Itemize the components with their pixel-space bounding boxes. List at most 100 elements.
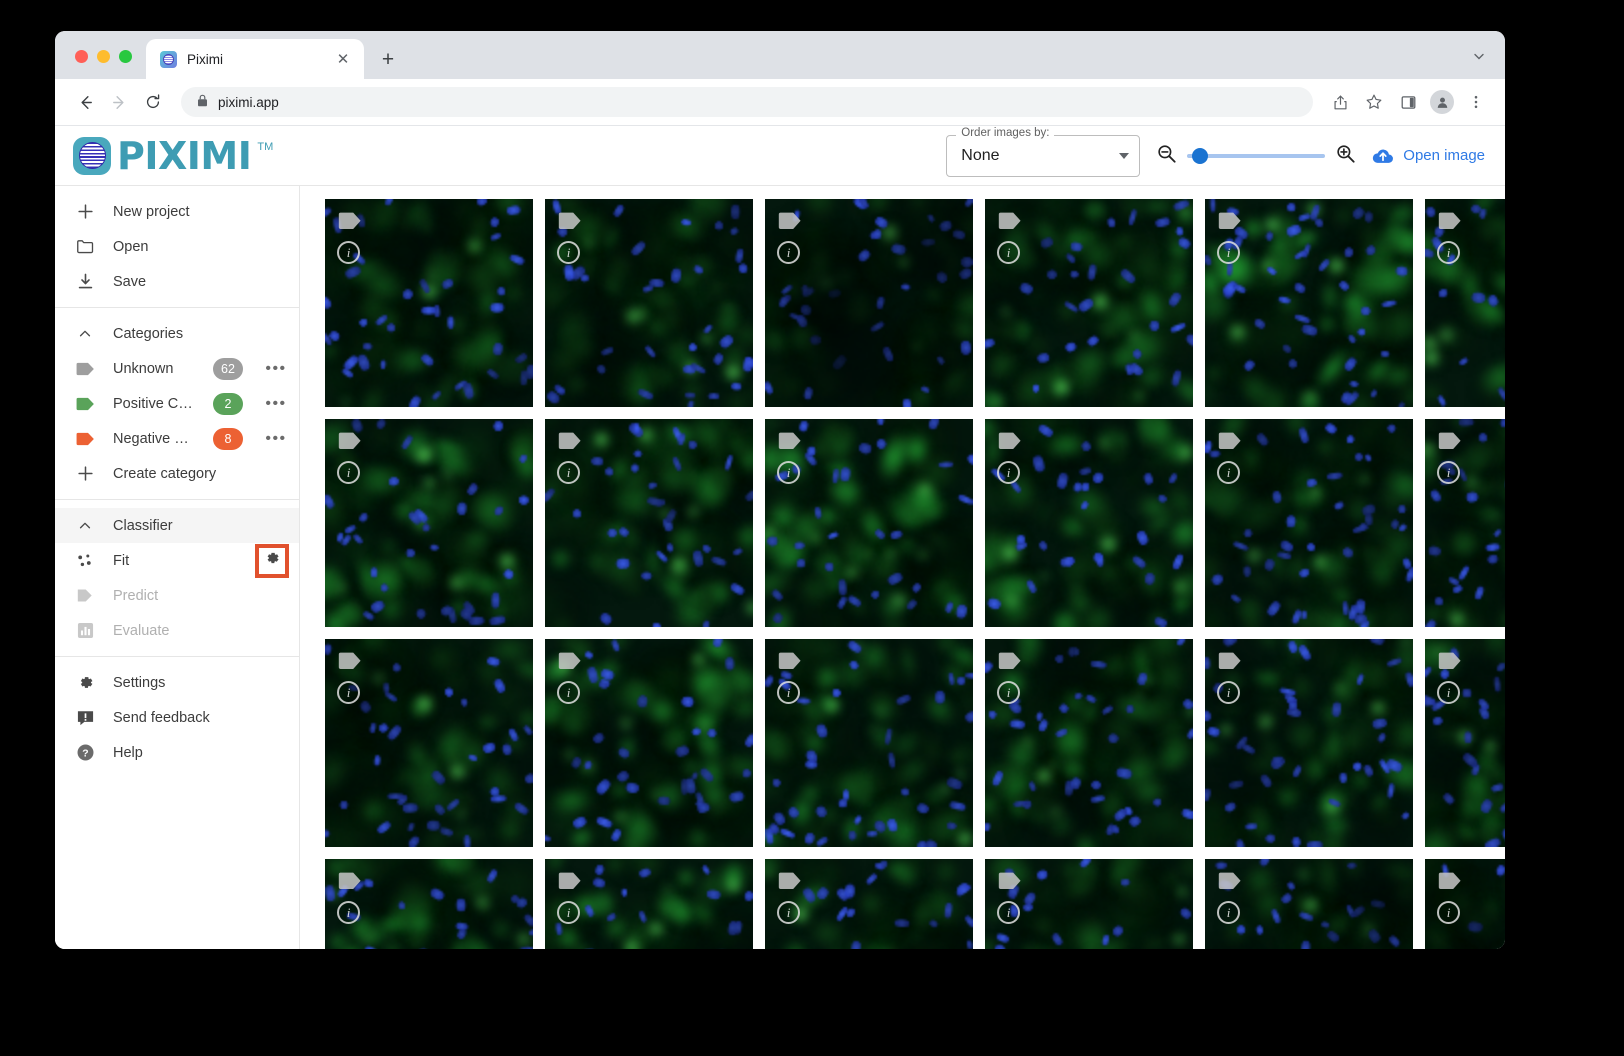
star-icon[interactable]	[1359, 87, 1389, 117]
order-images-by-value: None	[961, 146, 1000, 164]
image-thumbnail[interactable]: i	[325, 199, 533, 407]
info-icon[interactable]: i	[997, 681, 1020, 704]
info-icon[interactable]: i	[1437, 901, 1460, 924]
categories-section-header[interactable]: Categories	[55, 316, 299, 351]
sidebar-item-open[interactable]: Open	[55, 229, 299, 264]
image-thumbnail[interactable]: i	[1425, 419, 1505, 627]
info-icon[interactable]: i	[777, 461, 800, 484]
reload-icon[interactable]	[137, 86, 169, 118]
order-images-by-select[interactable]: Order images by: None	[946, 126, 1141, 177]
info-icon[interactable]: i	[1217, 681, 1240, 704]
image-thumbnail[interactable]: i	[545, 859, 753, 949]
info-icon[interactable]: i	[1217, 461, 1240, 484]
info-icon[interactable]: i	[337, 241, 360, 264]
zoom-out-icon[interactable]	[1156, 143, 1177, 169]
image-thumbnail[interactable]: i	[1205, 859, 1413, 949]
image-grid-pane[interactable]: iiiiiiiiiiiiiiiiiiiiiiiiiiii	[300, 186, 1505, 949]
image-thumbnail[interactable]: i	[325, 639, 533, 847]
image-thumbnail[interactable]: i	[765, 859, 973, 949]
arrow-right-icon[interactable]	[103, 86, 135, 118]
sidebar-item-fit[interactable]: Fit	[55, 543, 299, 578]
image-thumbnail[interactable]: i	[985, 419, 1193, 627]
image-thumbnail[interactable]: i	[1205, 199, 1413, 407]
zoom-slider[interactable]	[1187, 147, 1326, 164]
info-icon[interactable]: i	[337, 681, 360, 704]
info-icon[interactable]: i	[557, 241, 580, 264]
info-icon[interactable]: i	[557, 461, 580, 484]
plus-icon[interactable]: +	[374, 45, 402, 73]
info-icon[interactable]: i	[777, 681, 800, 704]
app-body: New project Open Save Categories Unknown…	[55, 186, 1505, 949]
sidebar-item-send-feedback[interactable]: Send feedback	[55, 700, 299, 735]
close-window-button[interactable]	[75, 50, 88, 63]
side-panel-icon[interactable]	[1393, 87, 1423, 117]
sidebar-item-evaluate[interactable]: Evaluate	[55, 613, 299, 648]
category-count-badge: 2	[213, 392, 243, 415]
info-icon[interactable]: i	[1437, 461, 1460, 484]
minimize-window-button[interactable]	[97, 50, 110, 63]
info-icon[interactable]: i	[337, 901, 360, 924]
sidebar-item-settings[interactable]: Settings	[55, 665, 299, 700]
more-options-icon[interactable]: •••	[265, 361, 287, 376]
window-controls	[55, 50, 132, 79]
chevron-down-icon[interactable]	[1471, 48, 1505, 79]
sidebar-item-label: Evaluate	[113, 622, 170, 639]
info-icon[interactable]: i	[777, 901, 800, 924]
info-icon[interactable]: i	[997, 461, 1020, 484]
info-icon[interactable]: i	[1217, 241, 1240, 264]
sidebar-category-negative-control[interactable]: Negative Control (… 8 •••	[55, 421, 299, 456]
close-icon[interactable]: ✕	[332, 48, 354, 70]
fit-settings-button[interactable]	[255, 543, 289, 578]
browser-window: Piximi ✕ + piximi.app PIXIMI TM Order im…	[55, 31, 1505, 949]
image-thumbnail[interactable]: i	[765, 419, 973, 627]
zoom-slider-thumb[interactable]	[1192, 147, 1209, 164]
image-thumbnail[interactable]: i	[1205, 419, 1413, 627]
info-icon[interactable]: i	[1437, 681, 1460, 704]
image-grid: iiiiiiiiiiiiiiiiiiiiiiiiiiii	[325, 199, 1505, 949]
info-icon[interactable]: i	[337, 461, 360, 484]
image-thumbnail[interactable]: i	[985, 859, 1193, 949]
image-thumbnail[interactable]: i	[545, 419, 753, 627]
chevron-up-icon	[73, 326, 97, 342]
sidebar-item-help[interactable]: ? Help	[55, 735, 299, 770]
info-icon[interactable]: i	[997, 241, 1020, 264]
three-dot-menu-icon[interactable]	[1461, 87, 1491, 117]
share-icon[interactable]	[1325, 87, 1355, 117]
browser-tab-piximi[interactable]: Piximi ✕	[146, 39, 364, 79]
maximize-window-button[interactable]	[119, 50, 132, 63]
chevron-down-icon[interactable]	[1119, 152, 1130, 159]
sidebar-category-unknown[interactable]: Unknown 62 •••	[55, 351, 299, 386]
image-thumbnail[interactable]: i	[985, 199, 1193, 407]
info-icon[interactable]: i	[557, 901, 580, 924]
arrow-left-icon[interactable]	[69, 86, 101, 118]
classifier-section-header[interactable]: Classifier	[55, 508, 299, 543]
image-thumbnail[interactable]: i	[765, 639, 973, 847]
info-icon[interactable]: i	[1217, 901, 1240, 924]
more-options-icon[interactable]: •••	[265, 431, 287, 446]
address-bar[interactable]: piximi.app	[181, 87, 1313, 117]
image-thumbnail[interactable]: i	[545, 639, 753, 847]
info-icon[interactable]: i	[1437, 241, 1460, 264]
image-thumbnail[interactable]: i	[1425, 199, 1505, 407]
sidebar-item-new-project[interactable]: New project	[55, 194, 299, 229]
image-thumbnail[interactable]: i	[985, 639, 1193, 847]
image-thumbnail[interactable]: i	[325, 859, 533, 949]
sidebar-item-create-category[interactable]: Create category	[55, 456, 299, 491]
open-image-button[interactable]: Open image	[1372, 147, 1485, 165]
info-icon[interactable]: i	[557, 681, 580, 704]
info-icon[interactable]: i	[777, 241, 800, 264]
image-thumbnail[interactable]: i	[325, 419, 533, 627]
sidebar-item-predict[interactable]: Predict	[55, 578, 299, 613]
sidebar-item-save[interactable]: Save	[55, 264, 299, 299]
zoom-in-icon[interactable]	[1335, 143, 1356, 169]
image-thumbnail[interactable]: i	[765, 199, 973, 407]
sidebar-category-positive-control[interactable]: Positive Control (G… 2 •••	[55, 386, 299, 421]
image-thumbnail[interactable]: i	[545, 199, 753, 407]
profile-avatar-icon[interactable]	[1430, 90, 1454, 114]
image-thumbnail[interactable]: i	[1425, 859, 1505, 949]
more-options-icon[interactable]: •••	[265, 396, 287, 411]
image-thumbnail[interactable]: i	[1205, 639, 1413, 847]
info-icon[interactable]: i	[997, 901, 1020, 924]
tab-title: Piximi	[187, 51, 223, 67]
image-thumbnail[interactable]: i	[1425, 639, 1505, 847]
